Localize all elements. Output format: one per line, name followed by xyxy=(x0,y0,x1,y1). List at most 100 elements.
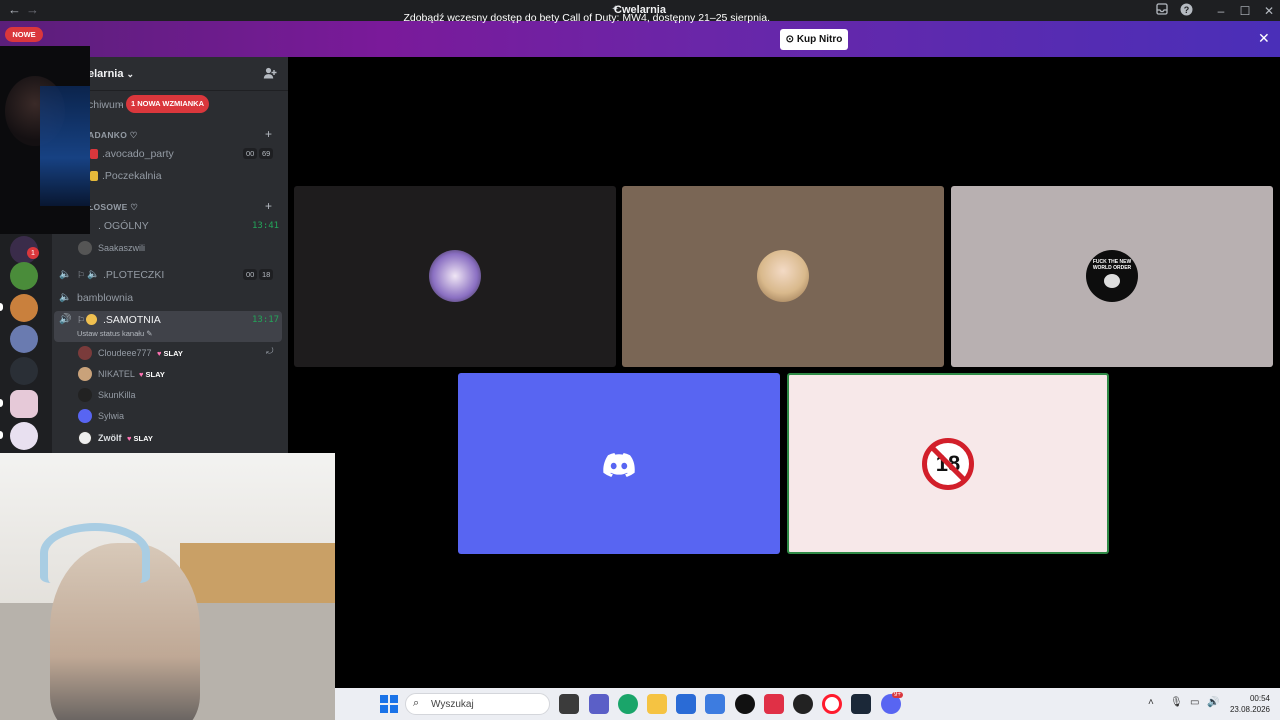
channel-ogolny[interactable]: . OGÓLNY xyxy=(98,220,149,232)
app-icon[interactable] xyxy=(735,694,755,714)
voice-user-name[interactable]: Sylwia xyxy=(98,411,124,421)
speaker-icon: 🔈 xyxy=(59,292,72,303)
pencil-icon: ✎ xyxy=(146,329,153,338)
server-icon[interactable] xyxy=(10,325,38,353)
voice-user-name[interactable]: Cloudeee777 xyxy=(98,348,152,358)
file-explorer-icon[interactable] xyxy=(647,694,667,714)
search-placeholder: Wyszukaj xyxy=(431,699,474,710)
new-badge[interactable]: NOWE xyxy=(5,27,43,42)
webcam-headphones xyxy=(40,523,150,583)
steam-icon[interactable] xyxy=(851,694,871,714)
server-icon[interactable] xyxy=(10,294,38,322)
avatar xyxy=(78,409,92,423)
heart-icon: ♥ xyxy=(157,349,162,358)
outlook-icon[interactable] xyxy=(705,694,725,714)
webcam-light xyxy=(40,86,90,206)
taskbar-search[interactable] xyxy=(405,693,550,715)
heart-icon: ♥ xyxy=(127,434,132,443)
channel-timer: 13:41 xyxy=(252,221,280,231)
participant-avatar xyxy=(429,250,481,302)
mention-badge[interactable]: 1 NOWA WZMIANKA xyxy=(126,95,209,113)
channel-timer: 13:17 xyxy=(252,315,280,325)
teams-icon[interactable] xyxy=(589,694,609,714)
user-count-badge: 00 xyxy=(243,148,258,159)
discord-logo-icon xyxy=(603,453,635,482)
channel-flag-icon: ⚐ xyxy=(77,315,86,325)
buy-nitro-label: Kup Nitro xyxy=(796,34,843,45)
stream-icon: ⤾ xyxy=(266,346,274,356)
participant-avatar: FUCK THE NEW WORLD ORDER xyxy=(1086,250,1138,302)
task-view-icon[interactable] xyxy=(559,694,579,714)
participant-avatar: 18 xyxy=(922,438,974,490)
category-header[interactable]: ADANKO ♡ xyxy=(88,130,138,141)
add-channel-icon[interactable]: + xyxy=(265,199,272,213)
voice-user-saakaszwili[interactable]: Saakaszwili xyxy=(98,243,145,253)
channel-flag-icon: ⚐ xyxy=(77,270,86,280)
archive-dash: - xyxy=(119,99,123,111)
user-limit-badge: 18 xyxy=(259,269,274,280)
channel-poczekalnia[interactable]: .Poczekalnia xyxy=(102,170,162,182)
skull-icon xyxy=(1104,274,1120,288)
clock-date: 23.08.2026 xyxy=(1229,705,1270,714)
buy-nitro-button[interactable]: ⊙ Kup Nitro xyxy=(780,29,848,50)
help-icon[interactable]: ? xyxy=(1178,3,1194,19)
set-channel-status[interactable]: Ustaw status kanału ✎ xyxy=(77,329,153,338)
channel-avocado-party[interactable]: .avocado_party xyxy=(102,148,174,160)
channel-bamblownia[interactable]: bamblownia xyxy=(77,292,133,304)
chevron-up-icon[interactable]: ˄ xyxy=(1148,697,1154,708)
store-icon[interactable] xyxy=(676,694,696,714)
maximize-icon[interactable]: ☐ xyxy=(1237,3,1253,19)
add-member-icon[interactable] xyxy=(263,66,279,82)
app-icon[interactable] xyxy=(764,694,784,714)
display-icon[interactable]: ▭ xyxy=(1190,697,1199,708)
inbox-icon[interactable] xyxy=(1154,3,1170,19)
voice-user-name[interactable]: NIKATEL xyxy=(98,369,135,379)
video-tile[interactable]: FUCK THE NEW WORLD ORDER xyxy=(951,186,1273,367)
video-tile[interactable] xyxy=(294,186,616,367)
voice-user-name[interactable]: Zwölf xyxy=(98,433,122,443)
server-icon[interactable] xyxy=(10,357,38,385)
participant-avatar xyxy=(757,250,809,302)
banner-text: Zdobądź wczesny dostęp do bety Call of D… xyxy=(403,12,770,24)
server-name[interactable]: elarnia ⌄ xyxy=(88,68,134,80)
volume-icon[interactable]: 🔊 xyxy=(1207,697,1219,708)
opera-icon[interactable] xyxy=(822,694,842,714)
avatar xyxy=(78,367,92,381)
nitro-icon: ⊙ xyxy=(785,34,795,45)
category-header[interactable]: ŁOSOWE ♡ xyxy=(88,202,138,213)
voice-user-name[interactable]: SkunKilla xyxy=(98,390,136,400)
minimize-icon[interactable]: – xyxy=(1213,3,1229,19)
emoji-icon xyxy=(86,314,97,325)
avatar xyxy=(78,431,92,445)
channel-samotnia[interactable]: .SAMOTNIA xyxy=(103,314,161,326)
chevron-down-icon: ⌄ xyxy=(126,69,135,79)
webcam-overlay-main xyxy=(0,453,335,720)
avatar xyxy=(78,241,92,255)
video-tile[interactable] xyxy=(622,186,944,367)
channel-emoji-icon xyxy=(90,149,98,159)
banner-close-icon[interactable]: ✕ xyxy=(1258,30,1270,47)
unread-badge: 1 xyxy=(27,247,39,259)
avatar-text: FUCK THE NEW WORLD ORDER xyxy=(1092,259,1132,271)
server-icon[interactable] xyxy=(10,390,38,418)
svg-text:?: ? xyxy=(1183,5,1189,15)
channel-ploteczki[interactable]: .PLOTECZKI xyxy=(103,269,164,281)
role-tag: ♥ SLAY xyxy=(139,370,165,379)
speaker-icon: 🔈 xyxy=(87,269,100,280)
user-limit-badge: 69 xyxy=(259,148,274,159)
close-icon[interactable]: ✕ xyxy=(1261,3,1277,19)
video-tile[interactable] xyxy=(458,373,780,554)
server-icon[interactable] xyxy=(10,262,38,290)
video-tile-speaking[interactable]: 18 xyxy=(787,373,1109,554)
taskbar-clock[interactable]: 00:54 23.08.2026 xyxy=(1226,693,1270,715)
obs-icon[interactable] xyxy=(793,694,813,714)
add-channel-icon[interactable]: + xyxy=(265,127,272,141)
edge-icon[interactable] xyxy=(618,694,638,714)
windows-start-icon[interactable] xyxy=(380,695,398,713)
user-count-badge: 00 xyxy=(243,269,258,280)
microphone-icon[interactable]: 🎙 xyxy=(1170,697,1183,708)
server-icon[interactable] xyxy=(10,422,38,450)
nitro-banner xyxy=(0,21,1280,57)
speaker-icon: 🔊 xyxy=(59,314,72,325)
search-icon: ⌕ xyxy=(413,697,420,709)
